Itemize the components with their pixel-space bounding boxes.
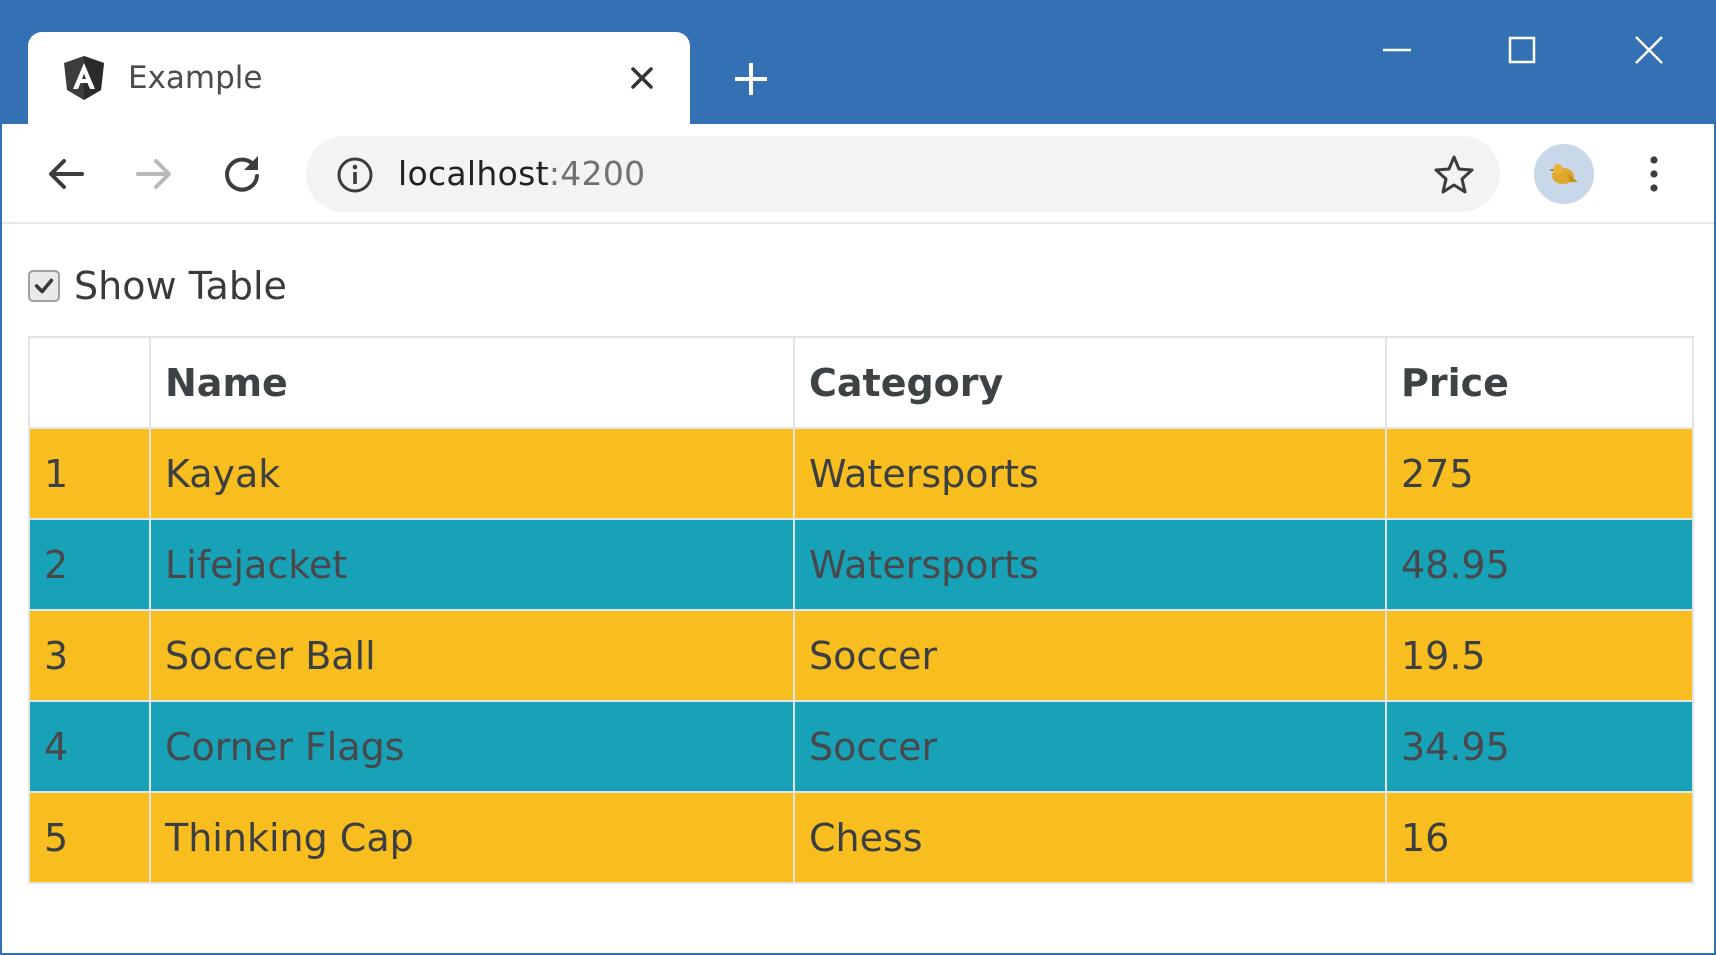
cell-category: Chess bbox=[793, 791, 1387, 884]
cell-index: 5 bbox=[28, 791, 151, 884]
tab-title: Example bbox=[128, 60, 263, 96]
browser-tab[interactable]: Example bbox=[28, 32, 690, 128]
url-port: :4200 bbox=[548, 154, 646, 193]
products-table-wrapper: Name Category Price 1 Kayak Watersports … bbox=[28, 336, 1694, 884]
cell-name: Soccer Ball bbox=[149, 609, 795, 702]
profile-avatar[interactable] bbox=[1534, 144, 1594, 204]
cell-category: Soccer bbox=[793, 700, 1387, 793]
products-table: Name Category Price 1 Kayak Watersports … bbox=[28, 336, 1694, 884]
cell-name: Corner Flags bbox=[149, 700, 795, 793]
close-icon[interactable] bbox=[626, 62, 658, 94]
cell-category: Soccer bbox=[793, 609, 1387, 702]
plus-icon[interactable] bbox=[730, 58, 772, 100]
show-table-label: Show Table bbox=[74, 264, 287, 308]
table-row: 3 Soccer Ball Soccer 19.5 bbox=[28, 609, 1694, 702]
cell-category: Watersports bbox=[793, 518, 1387, 611]
star-icon[interactable] bbox=[1432, 152, 1476, 196]
header-name: Name bbox=[149, 336, 795, 429]
bird-avatar-icon bbox=[1534, 144, 1594, 204]
angular-logo-icon bbox=[64, 56, 104, 100]
header-index bbox=[28, 336, 151, 429]
checkmark-icon bbox=[34, 278, 54, 294]
reload-icon[interactable] bbox=[218, 150, 266, 198]
cell-index: 1 bbox=[28, 427, 151, 520]
cell-price: 19.5 bbox=[1385, 609, 1694, 702]
show-table-checkbox[interactable] bbox=[28, 270, 60, 302]
info-icon[interactable] bbox=[334, 154, 376, 196]
table-row: 4 Corner Flags Soccer 34.95 bbox=[28, 700, 1694, 793]
cell-index: 3 bbox=[28, 609, 151, 702]
header-price: Price bbox=[1385, 336, 1694, 429]
cell-price: 34.95 bbox=[1385, 700, 1694, 793]
cell-index: 4 bbox=[28, 700, 151, 793]
cell-category: Watersports bbox=[793, 427, 1387, 520]
cell-price: 275 bbox=[1385, 427, 1694, 520]
minimize-icon[interactable] bbox=[1377, 30, 1417, 70]
url-host: localhost bbox=[398, 154, 549, 193]
url-text[interactable]: localhost:4200 bbox=[398, 152, 645, 196]
title-bar: Example bbox=[2, 2, 1714, 128]
page-content: Show Table Name Category Price 1 Kayak W… bbox=[2, 226, 1714, 953]
header-category: Category bbox=[793, 336, 1387, 429]
table-row: 2 Lifejacket Watersports 48.95 bbox=[28, 518, 1694, 611]
show-table-toggle[interactable]: Show Table bbox=[28, 262, 287, 310]
browser-window: Example localhost:4200 Show Table Name C… bbox=[0, 0, 1716, 955]
window-close-icon[interactable] bbox=[1629, 30, 1669, 70]
table-row: 5 Thinking Cap Chess 16 bbox=[28, 791, 1694, 884]
address-bar[interactable]: localhost:4200 bbox=[306, 136, 1500, 212]
browser-toolbar: localhost:4200 bbox=[2, 124, 1714, 224]
back-arrow-icon[interactable] bbox=[42, 150, 90, 198]
cell-index: 2 bbox=[28, 518, 151, 611]
cell-name: Kayak bbox=[149, 427, 795, 520]
cell-price: 16 bbox=[1385, 791, 1694, 884]
maximize-icon[interactable] bbox=[1502, 30, 1542, 70]
cell-name: Thinking Cap bbox=[149, 791, 795, 884]
forward-arrow-icon[interactable] bbox=[130, 150, 178, 198]
table-header-row: Name Category Price bbox=[28, 336, 1694, 429]
cell-name: Lifejacket bbox=[149, 518, 795, 611]
vertical-dots-icon[interactable] bbox=[1636, 152, 1672, 196]
table-row: 1 Kayak Watersports 275 bbox=[28, 427, 1694, 520]
cell-price: 48.95 bbox=[1385, 518, 1694, 611]
